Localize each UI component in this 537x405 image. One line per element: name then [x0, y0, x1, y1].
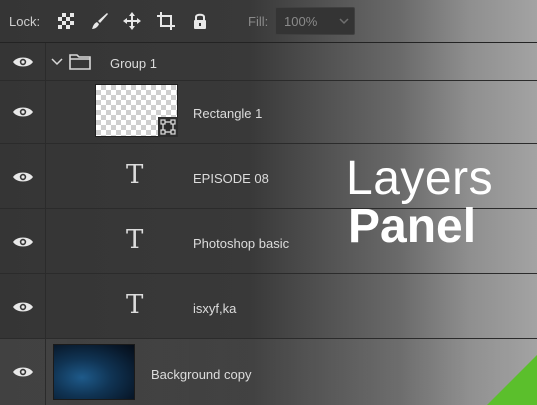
eye-icon — [13, 107, 33, 117]
folder-icon — [69, 54, 91, 70]
fill-dropdown[interactable]: 100% — [275, 7, 355, 35]
chevron-down-icon[interactable] — [51, 57, 63, 67]
eye-icon — [13, 57, 33, 67]
corner-accent — [487, 355, 537, 405]
visibility-toggle[interactable] — [0, 144, 46, 208]
visibility-toggle[interactable] — [0, 209, 46, 273]
layer-name: Photoshop basic — [193, 236, 290, 251]
heading-line-2: Panel — [348, 200, 477, 253]
text-layer-icon: T — [126, 160, 144, 190]
layers-toolbar: Lock: Fill: 100% — [0, 0, 537, 43]
visibility-toggle[interactable] — [0, 43, 46, 80]
chevron-down-icon — [339, 18, 349, 25]
lock-transparent-pixels-icon[interactable] — [57, 12, 75, 30]
layer-name: isxyf,ka — [193, 301, 237, 316]
brush-icon[interactable] — [91, 12, 109, 30]
lock-icon[interactable] — [191, 12, 209, 30]
move-icon[interactable] — [123, 12, 141, 30]
layer-name: Group 1 — [110, 56, 157, 71]
text-layer-icon: T — [126, 290, 144, 320]
visibility-toggle[interactable] — [0, 274, 46, 338]
visibility-toggle[interactable] — [0, 81, 46, 143]
heading-line-1: Layers — [346, 152, 494, 205]
shape-layer-badge — [158, 117, 178, 137]
layers-panel: Lock: Fill: 100% Group 1 Rectangle 1 T E… — [0, 0, 537, 405]
eye-icon — [13, 172, 33, 182]
layer-name: Background copy — [151, 367, 252, 382]
eye-icon — [13, 302, 33, 312]
vector-shape-icon — [160, 119, 176, 135]
eye-icon — [13, 367, 33, 377]
fill-value: 100% — [284, 14, 318, 29]
layer-row-isxyf-ka[interactable]: T isxyf,ka — [0, 274, 537, 339]
layer-thumbnail — [53, 344, 135, 400]
eye-icon — [13, 237, 33, 247]
visibility-toggle[interactable] — [0, 339, 46, 405]
layer-name: EPISODE 08 — [193, 171, 269, 186]
lock-label: Lock: — [9, 14, 41, 29]
text-layer-icon: T — [126, 225, 144, 255]
layer-row-rectangle-1[interactable]: Rectangle 1 — [0, 81, 537, 144]
layer-name: Rectangle 1 — [193, 106, 263, 121]
artboard-icon[interactable] — [157, 12, 175, 30]
layer-row-group-1[interactable]: Group 1 — [0, 43, 537, 81]
fill-label: Fill: — [248, 14, 269, 29]
